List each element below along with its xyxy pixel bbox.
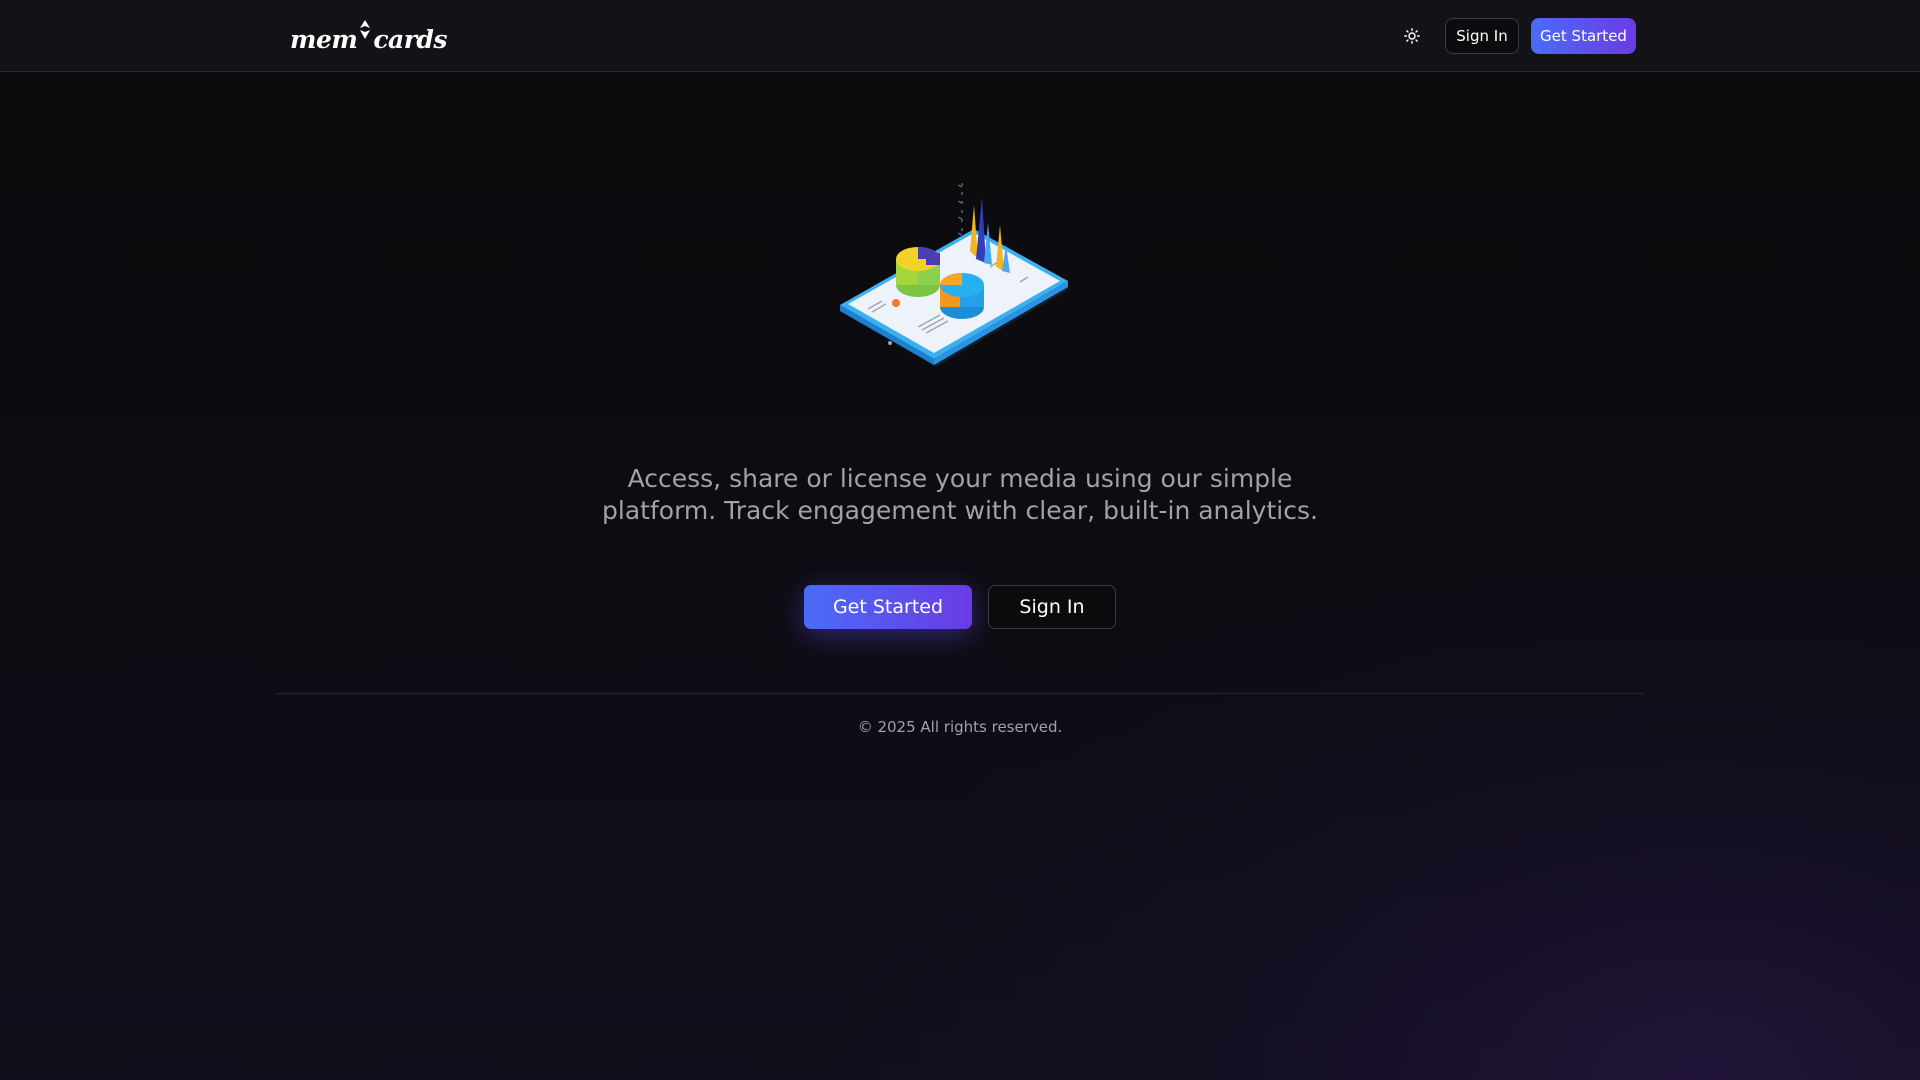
copyright-text: © 2025 All rights reserved. <box>857 718 1063 736</box>
hero-get-started-button[interactable]: Get Started <box>804 585 972 629</box>
memcards-logo[interactable]: mem cards <box>290 18 447 54</box>
logo-text-left: mem <box>290 25 358 54</box>
header-sign-in-button[interactable]: Sign In <box>1445 18 1519 54</box>
logo-mark-icon <box>360 20 371 39</box>
analytics-tablet-illustration <box>840 183 1070 367</box>
theme-toggle-button[interactable] <box>1398 22 1426 50</box>
hero-tagline: Access, share or license your media usin… <box>602 464 1318 525</box>
logo-text-right: cards <box>373 25 447 54</box>
footer-divider <box>276 693 1644 694</box>
header-get-started-button[interactable]: Get Started <box>1531 18 1636 54</box>
top-nav: mem cards Sign In Get Started <box>0 0 1920 72</box>
hero-sign-in-button[interactable]: Sign In <box>988 585 1116 629</box>
sun-icon <box>1404 28 1420 44</box>
